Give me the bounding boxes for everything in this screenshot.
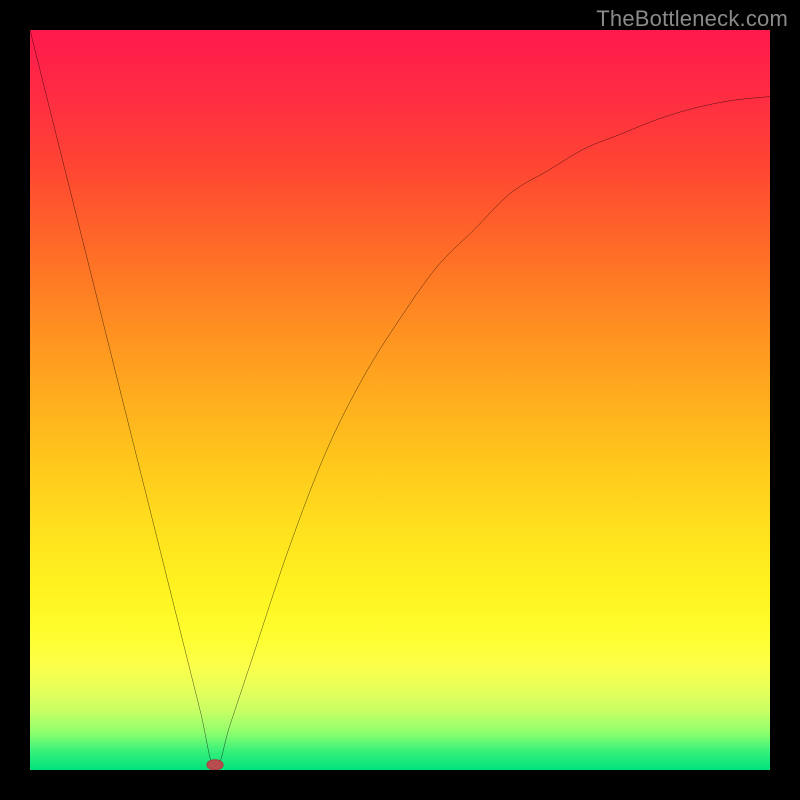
curve-path [30, 30, 770, 770]
curve-svg [30, 30, 770, 770]
marker-dot [207, 760, 223, 770]
plot-area [30, 30, 770, 770]
attribution-text: TheBottleneck.com [596, 6, 788, 32]
chart-frame: TheBottleneck.com [0, 0, 800, 800]
